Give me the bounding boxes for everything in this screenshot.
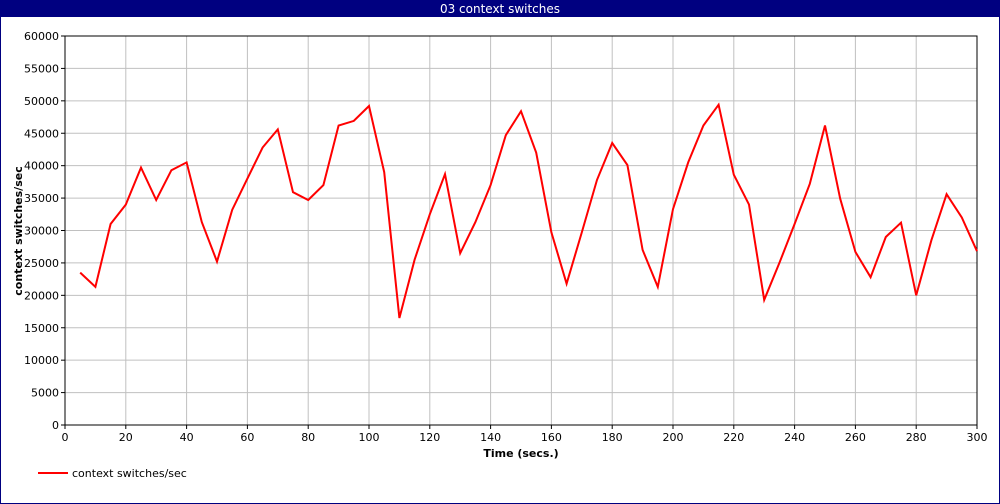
x-tick-label: 300	[967, 431, 988, 444]
y-axis-ticks: 0 5000 10000 15000 20000 25000 30000 35000 40000…	[24, 30, 65, 432]
x-tick-label: 200	[663, 431, 684, 444]
y-tick-label: 45000	[24, 127, 59, 140]
x-tick-label: 180	[602, 431, 623, 444]
x-tick-label: 260	[845, 431, 866, 444]
x-tick-label: 280	[906, 431, 927, 444]
series-line	[79, 102, 978, 319]
y-tick-label: 15000	[24, 322, 59, 335]
x-tick-label: 140	[480, 431, 501, 444]
x-tick-label: 120	[419, 431, 440, 444]
y-tick-label: 0	[52, 419, 59, 432]
y-tick-label: 20000	[24, 289, 59, 302]
y-tick-label: 55000	[24, 62, 59, 75]
x-tick-label: 220	[723, 431, 744, 444]
x-axis-ticks: 0 20 40 60 80 100 120 140 160 180 200 220 240 260 280 3…	[62, 425, 988, 444]
x-tick-label: 100	[359, 431, 380, 444]
x-tick-label: 240	[784, 431, 805, 444]
y-tick-label: 30000	[24, 225, 59, 238]
x-tick-label: 40	[180, 431, 194, 444]
x-tick-label: 20	[119, 431, 133, 444]
legend: context switches/sec	[38, 467, 187, 480]
y-tick-label: 40000	[24, 160, 59, 173]
y-tick-label: 35000	[24, 192, 59, 205]
x-tick-label: 160	[541, 431, 562, 444]
x-axis-label: Time (secs.)	[483, 447, 558, 460]
y-tick-label: 50000	[24, 95, 59, 108]
y-tick-label: 25000	[24, 257, 59, 270]
x-tick-label: 60	[240, 431, 254, 444]
x-tick-label: 0	[62, 431, 69, 444]
x-tick-label: 80	[301, 431, 315, 444]
grid-lines	[64, 35, 978, 426]
line-chart: 0 5000 10000 15000 20000 25000 30000 35000 40000…	[12, 30, 988, 480]
y-tick-label: 5000	[31, 387, 59, 400]
y-tick-label: 10000	[24, 354, 59, 367]
series-group	[79, 102, 978, 319]
legend-label: context switches/sec	[72, 467, 187, 480]
y-tick-label: 60000	[24, 30, 59, 43]
y-axis-label: context switches/sec	[12, 166, 25, 295]
